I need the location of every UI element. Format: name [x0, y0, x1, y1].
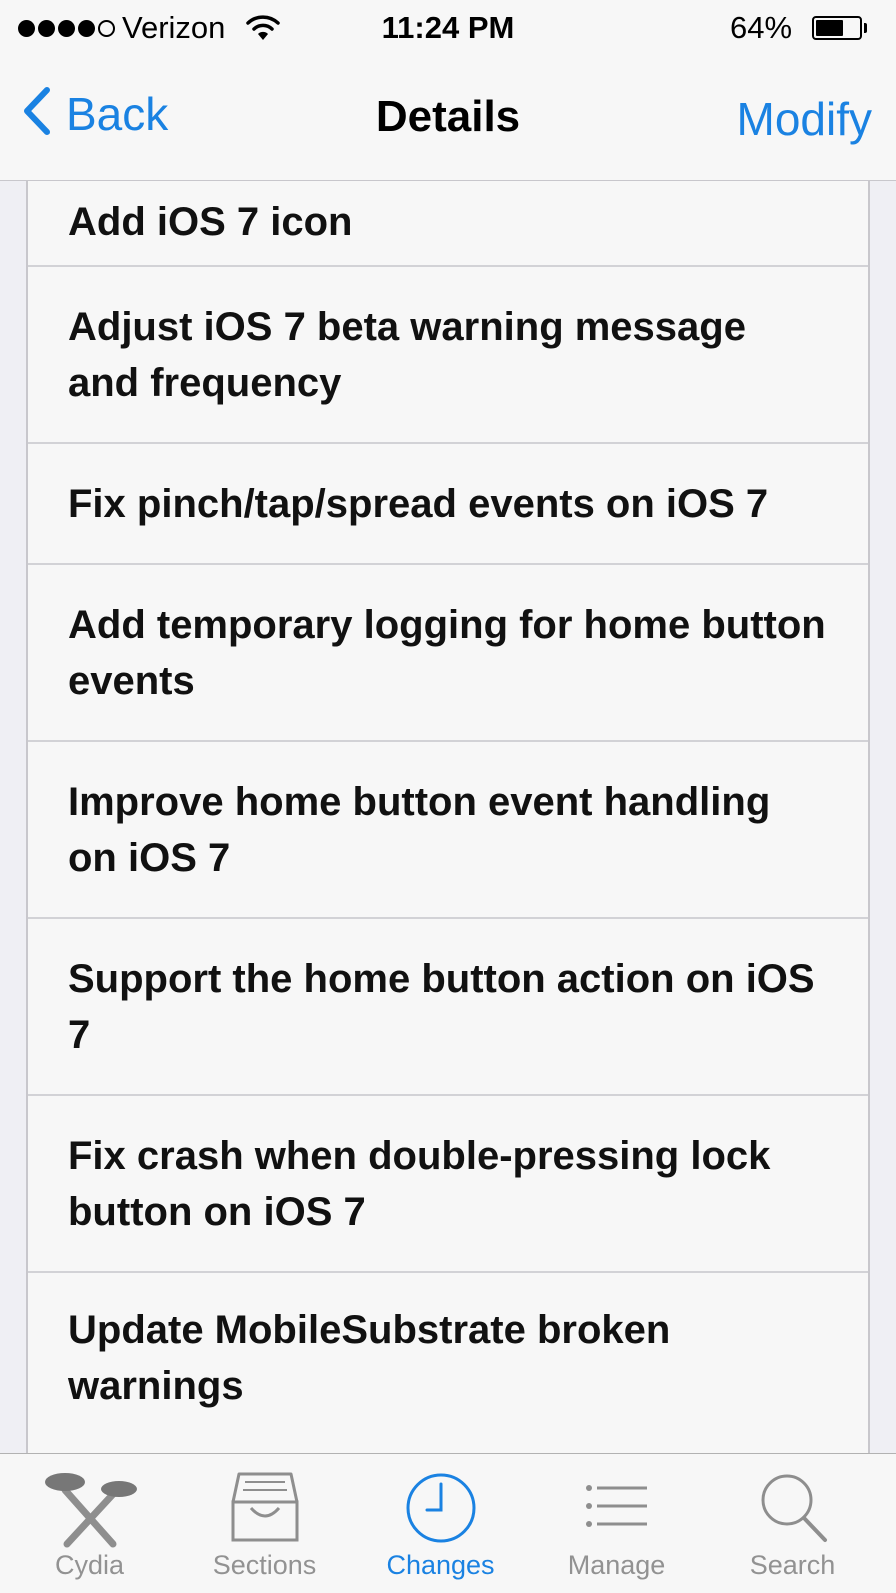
- clock-icon: [351, 1468, 530, 1548]
- tab-bar: Cydia Sections Changes Manage Search: [0, 1453, 896, 1593]
- tab-label: Sections: [212, 1550, 317, 1580]
- battery-percent: 64%: [730, 10, 793, 45]
- modify-button[interactable]: Modify: [737, 92, 872, 146]
- tab-label: Cydia: [54, 1550, 125, 1580]
- cydia-icon: [0, 1468, 179, 1548]
- tab-sections[interactable]: Sections: [175, 1454, 354, 1593]
- battery-icon: [812, 16, 862, 40]
- back-button[interactable]: Back: [22, 86, 168, 141]
- tab-manage[interactable]: Manage: [527, 1454, 706, 1593]
- tab-changes[interactable]: Changes: [351, 1454, 530, 1593]
- details-content[interactable]: Add iOS 7 icon Adjust iOS 7 beta warning…: [0, 181, 896, 1453]
- tab-search[interactable]: Search: [703, 1454, 882, 1593]
- list-item: Adjust iOS 7 beta warning message and fr…: [28, 267, 868, 444]
- tab-label: Search: [749, 1550, 836, 1580]
- battery-tip: [864, 23, 867, 33]
- list-item: Improve home button event handling on iO…: [28, 742, 868, 919]
- search-icon: [703, 1468, 882, 1548]
- tab-label: Manage: [567, 1550, 666, 1580]
- list-item: Add iOS 7 icon: [28, 181, 868, 267]
- list-item: Fix crash when double-pressing lock butt…: [28, 1096, 868, 1273]
- status-bar: Verizon 11:24 PM 64%: [0, 0, 896, 58]
- back-label: Back: [66, 87, 169, 140]
- tab-cydia[interactable]: Cydia: [0, 1454, 179, 1593]
- list-item: Update MobileSubstrate broken warnings: [68, 1308, 671, 1408]
- list-item: Fix pinch/tap/spread events on iOS 7: [28, 444, 868, 565]
- chevron-left-icon: [22, 86, 52, 141]
- list-item: Add temporary logging for home button ev…: [28, 565, 868, 742]
- tab-label: Changes: [386, 1550, 495, 1580]
- top-bar: Verizon 11:24 PM 64% Back Details Modify: [0, 0, 896, 181]
- list-icon: [527, 1468, 706, 1548]
- list-item: Support the home button action on iOS 7: [28, 919, 868, 1096]
- battery-level: [816, 20, 843, 36]
- changes-list: Add iOS 7 icon Adjust iOS 7 beta warning…: [26, 181, 870, 1453]
- navigation-bar: Back Details Modify: [0, 58, 896, 180]
- sections-icon: [175, 1468, 354, 1548]
